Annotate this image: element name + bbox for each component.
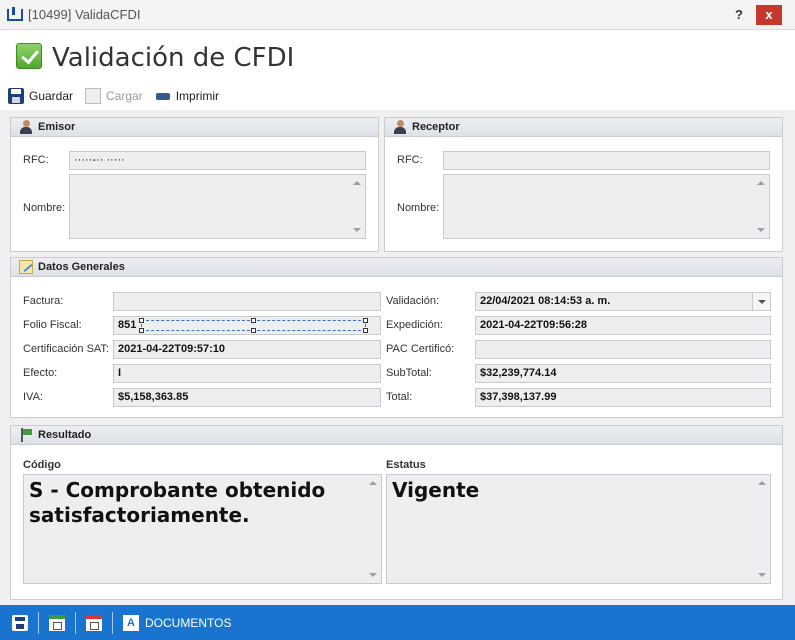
- print-button[interactable]: Imprimir: [155, 88, 220, 105]
- emisor-header: Emisor: [11, 118, 378, 137]
- emisor-rfc-label: RFC:: [23, 154, 49, 166]
- scrollbar[interactable]: [349, 175, 365, 238]
- estatus-label: Estatus: [386, 459, 426, 471]
- printer-icon: [155, 88, 171, 105]
- codigo-value: S - Comprobante obtenido satisfactoriame…: [29, 478, 326, 527]
- receptor-nombre-label: Nombre:: [397, 202, 440, 214]
- statusbar-calendar-button[interactable]: [49, 611, 76, 634]
- resize-handle[interactable]: [363, 318, 368, 323]
- datos-generales-header: Datos Generales: [11, 258, 782, 277]
- documents-icon: A: [123, 614, 139, 631]
- factura-field[interactable]: [113, 292, 381, 311]
- emisor-title: Emisor: [38, 121, 76, 133]
- emisor-rfc-field[interactable]: ·····-·· ·····: [69, 151, 366, 170]
- validacion-value: 22/04/2021 08:14:53 a. m.: [480, 295, 611, 307]
- load-label: Cargar: [106, 89, 143, 103]
- resize-handle[interactable]: [139, 318, 144, 323]
- print-label: Imprimir: [175, 89, 220, 103]
- page-header: Validación de CFDI Guardar Cargar Imprim…: [0, 30, 795, 110]
- help-button[interactable]: ?: [730, 5, 748, 25]
- resize-handle[interactable]: [139, 328, 144, 333]
- scrollbar[interactable]: [753, 175, 769, 238]
- resultado-group: Resultado Código S - Comprobante obtenid…: [10, 425, 783, 600]
- flag-icon: [19, 428, 33, 442]
- certificacion-sat-field[interactable]: 2021-04-22T09:57:10: [113, 340, 381, 359]
- save-icon: [12, 614, 28, 631]
- checkmark-icon: [16, 43, 42, 69]
- expedicion-field[interactable]: 2021-04-22T09:56:28: [475, 316, 771, 335]
- resize-handle[interactable]: [251, 318, 256, 323]
- toolbar: Guardar Cargar Imprimir: [8, 86, 231, 106]
- receptor-header: Receptor: [385, 118, 782, 137]
- chevron-down-icon[interactable]: [752, 293, 770, 310]
- datos-generales-group: Datos Generales Factura: Folio Fiscal: 8…: [10, 257, 783, 418]
- datos-generales-title: Datos Generales: [38, 261, 125, 273]
- resize-handle[interactable]: [363, 328, 368, 333]
- resultado-title: Resultado: [38, 429, 92, 441]
- expedicion-label: Expedición:: [386, 319, 443, 331]
- subtotal-label: SubTotal:: [386, 367, 432, 379]
- app-logo-icon: [7, 7, 23, 21]
- total-field[interactable]: $37,398,137.99: [475, 388, 771, 407]
- save-icon: [8, 88, 24, 104]
- content-area: Emisor RFC: ·····-·· ····· Nombre: Recep…: [0, 110, 795, 605]
- documents-label: DOCUMENTOS: [145, 615, 232, 630]
- resultado-header: Resultado: [11, 426, 782, 445]
- validacion-datetime-picker[interactable]: 22/04/2021 08:14:53 a. m.: [475, 292, 771, 311]
- codigo-label: Código: [23, 459, 61, 471]
- receptor-rfc-field[interactable]: [443, 151, 770, 170]
- documents-button[interactable]: A DOCUMENTOS: [123, 612, 241, 634]
- statusbar-date-button[interactable]: [86, 611, 113, 634]
- receptor-group: Receptor RFC: Nombre:: [384, 117, 783, 252]
- receptor-title: Receptor: [412, 121, 460, 133]
- window-title: [10499] ValidaCFDI: [28, 7, 141, 22]
- pac-certifico-field[interactable]: [475, 340, 771, 359]
- person-icon: [393, 120, 407, 134]
- receptor-nombre-field[interactable]: [443, 174, 770, 239]
- efecto-field[interactable]: I: [113, 364, 381, 383]
- codigo-field[interactable]: S - Comprobante obtenido satisfactoriame…: [23, 474, 382, 584]
- validacion-label: Validación:: [386, 295, 439, 307]
- load-icon: [85, 88, 102, 104]
- scrollbar[interactable]: [365, 475, 381, 583]
- load-button[interactable]: Cargar: [85, 88, 143, 104]
- emisor-nombre-label: Nombre:: [23, 202, 66, 214]
- date-calendar-icon: [86, 614, 102, 631]
- calendar-icon: [49, 614, 65, 631]
- receptor-rfc-label: RFC:: [397, 154, 423, 166]
- close-button[interactable]: x: [756, 5, 782, 25]
- resize-handle[interactable]: [251, 328, 256, 333]
- folio-fiscal-value: 851: [118, 319, 137, 331]
- pac-certifico-label: PAC Certificó:: [386, 343, 455, 355]
- iva-label: IVA:: [23, 391, 43, 403]
- notepad-icon: [19, 260, 33, 274]
- save-label: Guardar: [29, 89, 74, 103]
- certificacion-sat-label: Certificación SAT:: [23, 343, 109, 355]
- estatus-field[interactable]: Vigente: [386, 474, 771, 584]
- total-label: Total:: [386, 391, 413, 403]
- iva-field[interactable]: $5,158,363.85: [113, 388, 381, 407]
- window-titlebar: [10499] ValidaCFDI ? x: [0, 0, 795, 30]
- person-icon: [19, 120, 33, 134]
- estatus-value: Vigente: [392, 478, 480, 502]
- subtotal-field[interactable]: $32,239,774.14: [475, 364, 771, 383]
- efecto-label: Efecto:: [23, 367, 58, 379]
- status-bar: A DOCUMENTOS: [0, 605, 795, 640]
- emisor-nombre-field[interactable]: [69, 174, 366, 239]
- emisor-group: Emisor RFC: ·····-·· ····· Nombre:: [10, 117, 379, 252]
- scrollbar[interactable]: [754, 475, 770, 583]
- statusbar-save-button[interactable]: [12, 611, 39, 634]
- factura-label: Factura:: [23, 295, 64, 307]
- save-button[interactable]: Guardar: [8, 88, 73, 104]
- page-title: Validación de CFDI: [52, 43, 295, 73]
- folio-fiscal-label: Folio Fiscal:: [23, 319, 82, 331]
